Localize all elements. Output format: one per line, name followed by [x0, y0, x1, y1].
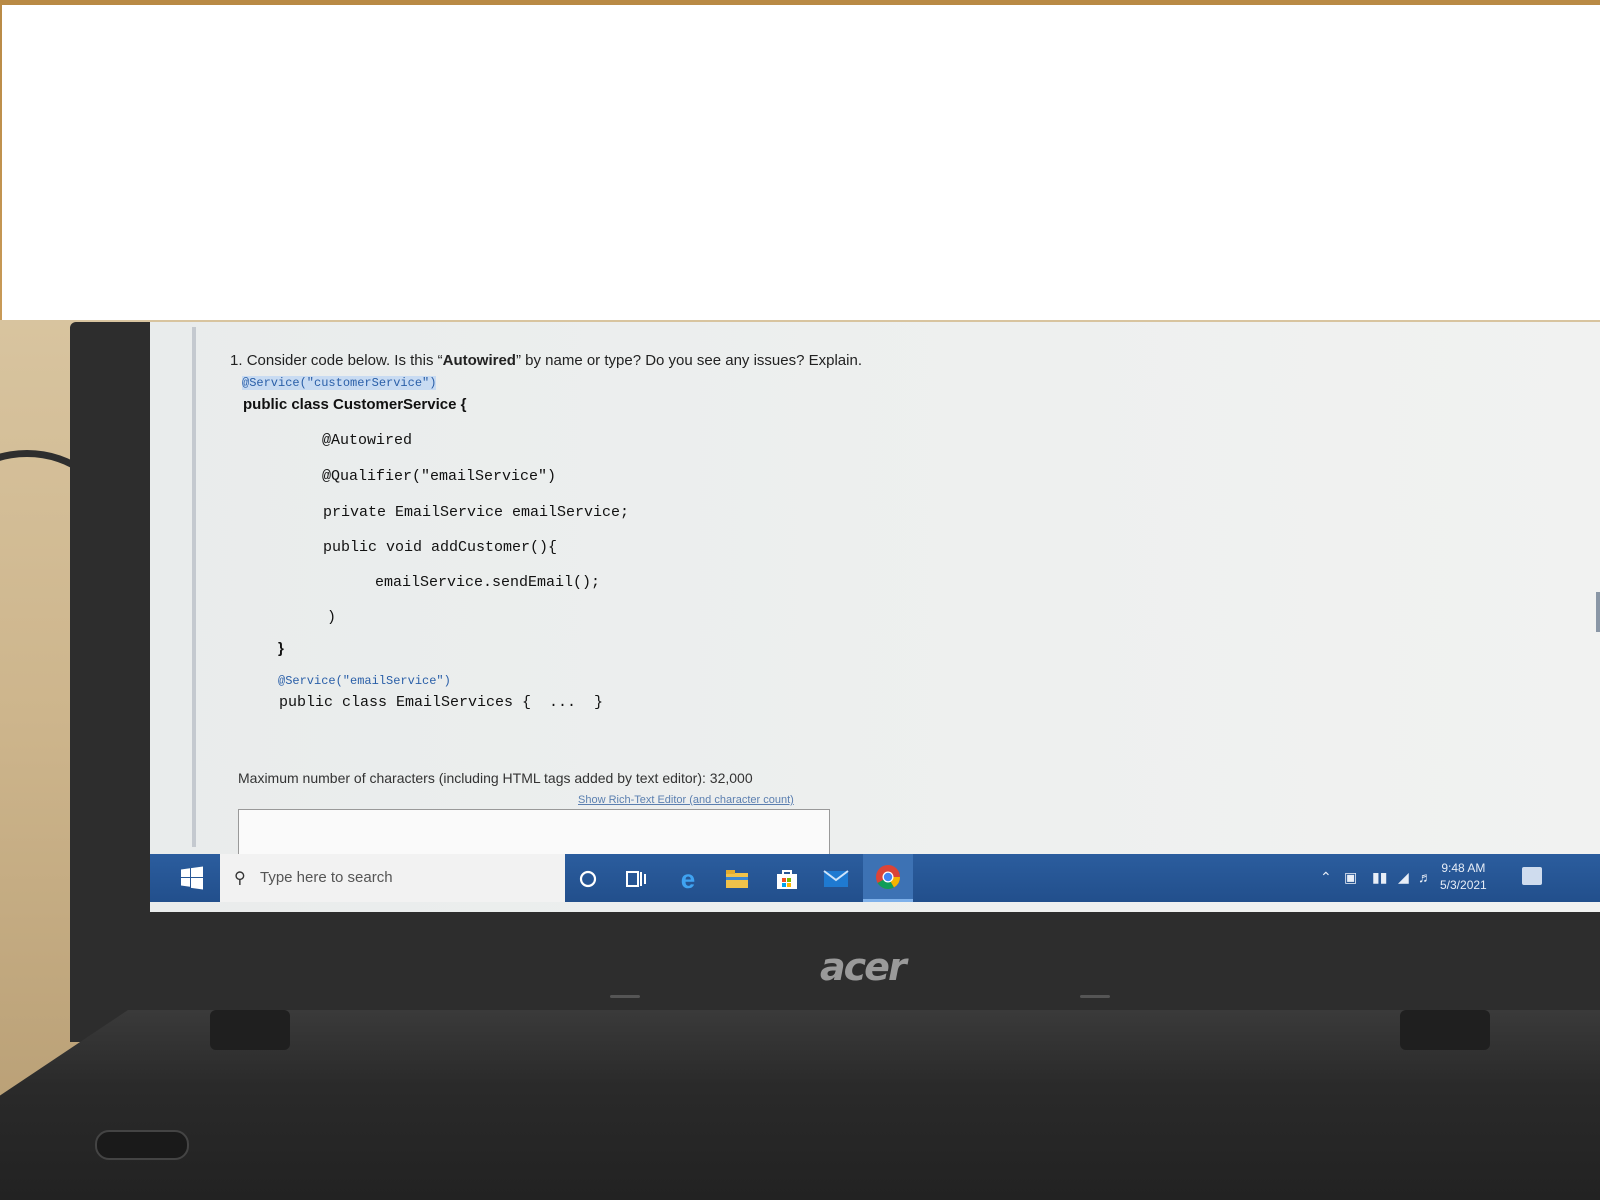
- question-suffix: ” by name or type? Do you see any issues…: [515, 352, 862, 369]
- file-explorer-icon[interactable]: [724, 866, 750, 892]
- send-email-call: emailService.sendEmail();: [375, 574, 601, 591]
- cortana-icon[interactable]: [575, 866, 601, 892]
- edge-icon[interactable]: e: [675, 864, 701, 894]
- battery-icon[interactable]: ▮▮: [1372, 869, 1387, 886]
- paper-sheet: [2, 5, 1600, 325]
- class-close-brace: }: [278, 640, 284, 657]
- task-view-icon[interactable]: [623, 866, 649, 892]
- laptop-hinge-left: [210, 1010, 290, 1050]
- qualifier-annotation: @Qualifier("emailService"): [322, 468, 557, 485]
- search-placeholder: Type here to search: [260, 869, 393, 886]
- notification-icon[interactable]: [1522, 867, 1542, 885]
- max-characters-note: Maximum number of characters (including …: [238, 770, 753, 786]
- chrome-taskbar-slot[interactable]: [863, 854, 913, 902]
- autowired-annotation: @Autowired: [322, 432, 413, 449]
- taskbar-search-box[interactable]: ⚲ Type here to search: [220, 854, 565, 902]
- clock-time: 9:48 AM: [1441, 861, 1486, 875]
- email-service-field: private EmailService emailService;: [323, 504, 630, 521]
- method-close-brace: ): [327, 609, 337, 626]
- laptop-foot: [95, 1130, 189, 1160]
- windows-taskbar: ⚲ Type here to search e ⌃ ▣ ▮▮ ◢ ♬ 9:48 …: [150, 854, 1600, 902]
- windows-icon[interactable]: [180, 866, 204, 890]
- question-number: 1.: [230, 352, 243, 369]
- clock-date: 5/3/2021: [1440, 878, 1487, 892]
- taskbar-clock[interactable]: 9:48 AM 5/3/2021: [1440, 860, 1487, 894]
- customer-service-class-decl: public class CustomerService {: [243, 396, 467, 413]
- email-service-annotation: @Service("emailService"): [278, 674, 451, 688]
- question-prefix: Consider code below. Is this “: [246, 352, 443, 369]
- page-left-rule: [192, 327, 196, 847]
- laptop-hinge-right: [1400, 1010, 1490, 1050]
- volume-icon[interactable]: ♬: [1418, 869, 1432, 885]
- search-icon: ⚲: [234, 870, 246, 887]
- chrome-icon: [876, 865, 900, 890]
- chevron-up-icon[interactable]: ⌃: [1320, 869, 1332, 886]
- answer-textarea[interactable]: [238, 809, 830, 856]
- status-led: [610, 995, 640, 998]
- add-customer-method: public void addCustomer(){: [323, 539, 558, 556]
- scrollbar-thumb[interactable]: [1596, 592, 1600, 632]
- store-icon[interactable]: [774, 866, 800, 892]
- email-services-class-decl: public class EmailServices { ... }: [279, 694, 604, 711]
- laptop-brand-logo: acer: [820, 945, 907, 989]
- question-text: 1. Consider code below. Is this “Autowir…: [230, 352, 862, 369]
- laptop-screen: 1. Consider code below. Is this “Autowir…: [150, 322, 1600, 912]
- wifi-icon[interactable]: ◢: [1398, 869, 1409, 886]
- security-icon[interactable]: ▣: [1344, 869, 1357, 886]
- customer-service-annotation: @Service("customerService"): [242, 376, 437, 390]
- question-emphasis: Autowired: [442, 352, 516, 369]
- mail-icon[interactable]: [823, 866, 849, 892]
- show-rich-text-editor-link[interactable]: Show Rich-Text Editor (and character cou…: [578, 794, 794, 806]
- status-led: [1080, 995, 1110, 998]
